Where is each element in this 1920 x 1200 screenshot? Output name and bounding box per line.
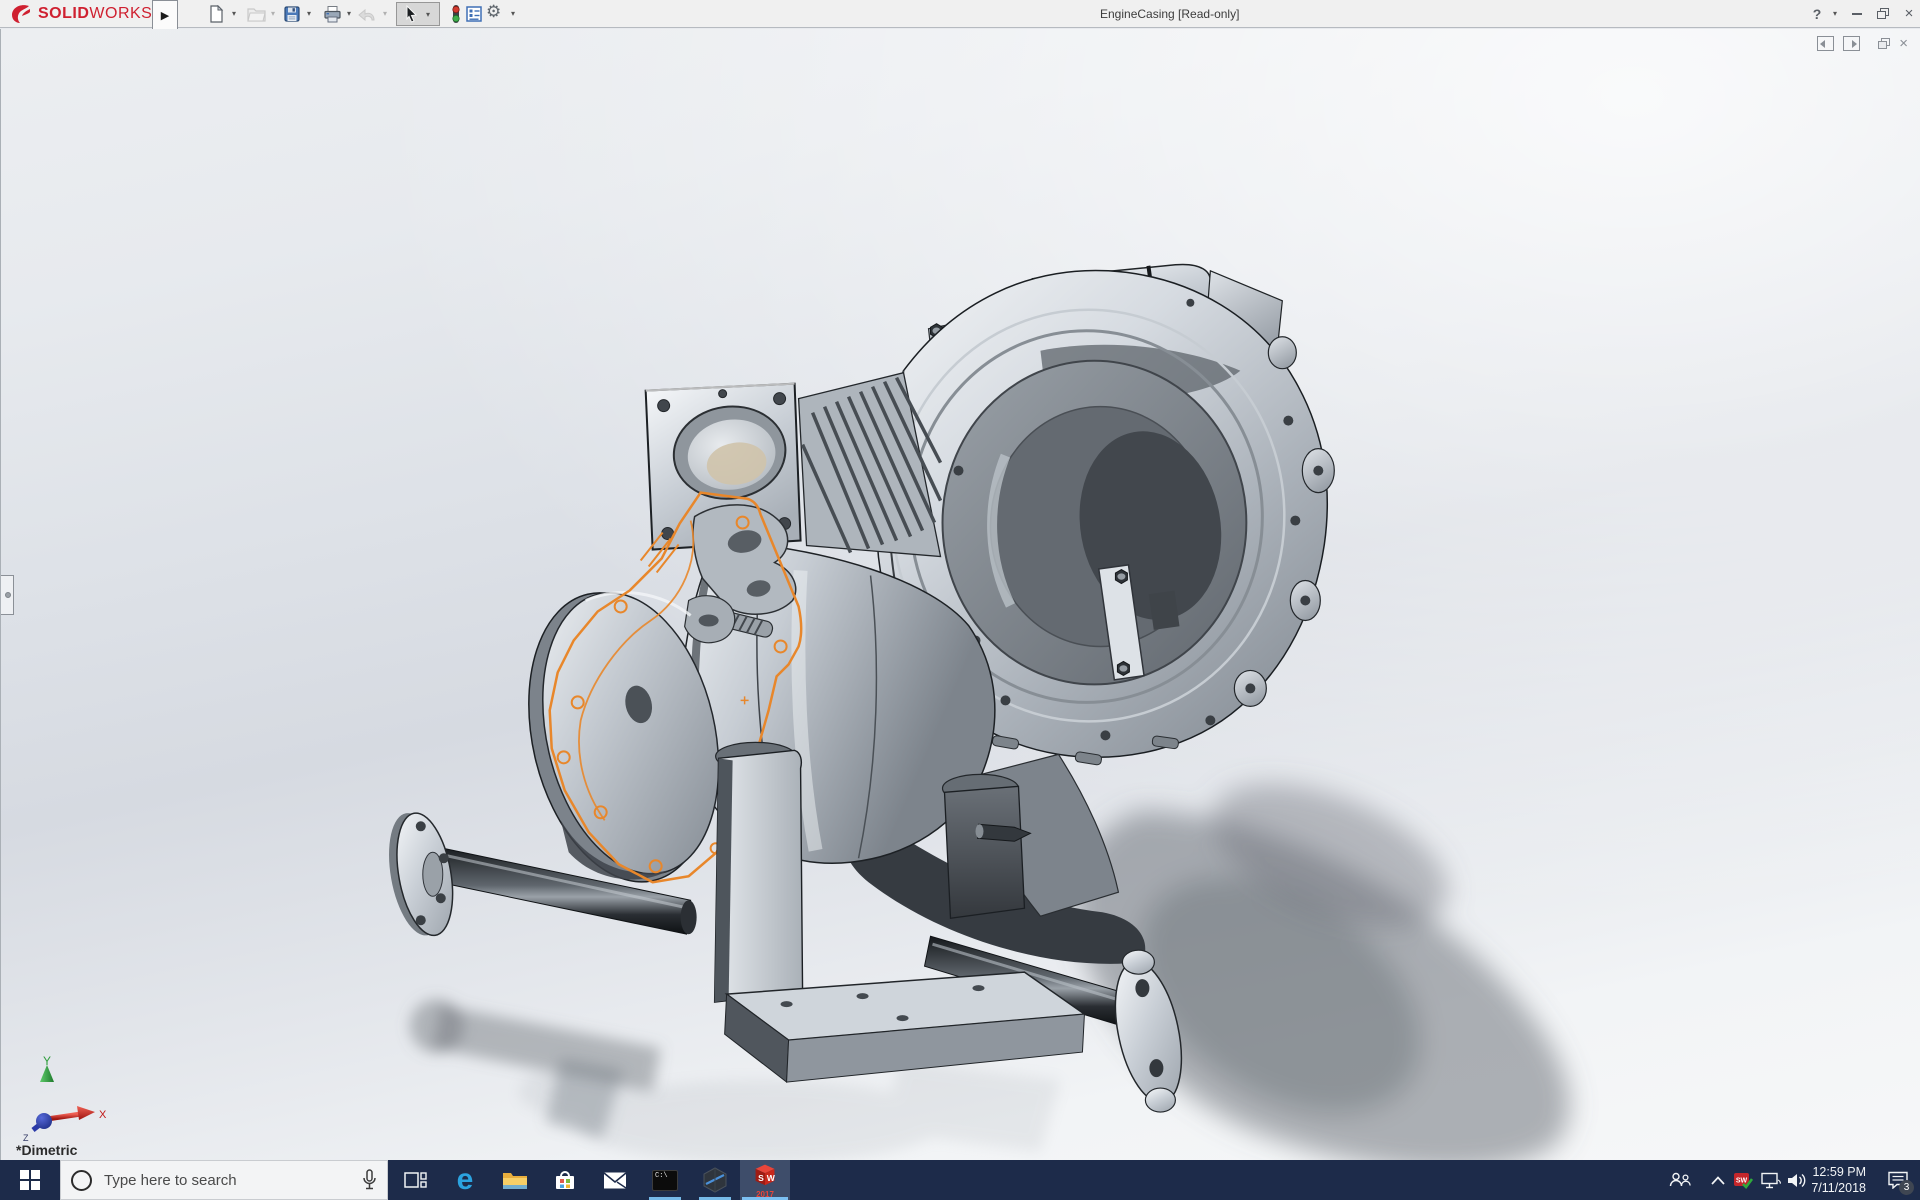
file-explorer-button[interactable] bbox=[490, 1160, 540, 1200]
command-prompt-icon: C:\ bbox=[652, 1169, 678, 1191]
3d-model-engine-casing[interactable] bbox=[1, 29, 1920, 1160]
restore-button[interactable] bbox=[1872, 0, 1894, 27]
clock-date: 7/11/2018 bbox=[1811, 1181, 1866, 1195]
notification-badge: 3 bbox=[1899, 1180, 1914, 1195]
options-caret[interactable]: ▾ bbox=[508, 9, 518, 18]
open-document-button[interactable] bbox=[246, 4, 266, 24]
svg-text:SW: SW bbox=[1735, 1177, 1747, 1184]
document-restore-icon[interactable] bbox=[1878, 38, 1891, 49]
people-button[interactable] bbox=[1662, 1160, 1698, 1200]
minimize-button[interactable] bbox=[1846, 0, 1868, 27]
triad-x-label: X bbox=[99, 1109, 107, 1121]
edge-button[interactable]: e bbox=[440, 1160, 490, 1200]
new-document-button[interactable] bbox=[206, 4, 226, 24]
action-center-button[interactable]: 3 bbox=[1876, 1160, 1920, 1200]
undo-arrow-icon bbox=[358, 8, 375, 22]
task-view-icon bbox=[403, 1172, 427, 1188]
undo-button[interactable] bbox=[358, 4, 378, 24]
people-icon bbox=[1669, 1172, 1691, 1187]
save-caret[interactable]: ▾ bbox=[304, 9, 314, 18]
document-properties-button[interactable] bbox=[464, 4, 484, 24]
save-floppy-icon bbox=[284, 6, 300, 22]
print-icon bbox=[323, 6, 341, 23]
solidworks-logo: SOLIDWORKS bbox=[8, 2, 152, 26]
windows-taskbar: e C:\ bbox=[0, 1160, 1920, 1200]
store-icon bbox=[556, 1171, 574, 1189]
help-caret[interactable]: ▾ bbox=[1830, 9, 1840, 18]
stoplight-icon bbox=[452, 5, 460, 23]
svg-text:W: W bbox=[767, 1173, 776, 1183]
command-prompt-button[interactable]: C:\ bbox=[640, 1160, 690, 1200]
solidworks-2017-button[interactable]: S W 2017 bbox=[740, 1160, 790, 1200]
solidworks-2017-icon: S W 2017 bbox=[750, 1162, 780, 1199]
panel-tab-dot-icon bbox=[5, 592, 11, 598]
file-explorer-icon bbox=[503, 1173, 527, 1189]
edge-icon: e bbox=[456, 1163, 474, 1196]
windows-logo-icon bbox=[20, 1170, 40, 1190]
mail-icon bbox=[603, 1171, 627, 1189]
print-caret[interactable]: ▾ bbox=[344, 9, 354, 18]
undo-caret[interactable]: ▾ bbox=[380, 9, 390, 18]
svg-text:S: S bbox=[758, 1173, 764, 1183]
mail-button[interactable] bbox=[590, 1160, 640, 1200]
pane-previous-icon[interactable] bbox=[1817, 36, 1835, 51]
solidworks-check-icon: SW bbox=[1733, 1172, 1753, 1189]
triad-y-label: Y bbox=[43, 1055, 51, 1068]
pane-next-icon[interactable] bbox=[1843, 36, 1861, 51]
cortana-icon bbox=[71, 1169, 92, 1191]
solidworks-service-button[interactable]: SW bbox=[1728, 1160, 1758, 1200]
microphone-icon[interactable] bbox=[362, 1169, 377, 1191]
open-caret[interactable]: ▾ bbox=[268, 9, 278, 18]
print-button[interactable] bbox=[322, 4, 342, 24]
3d-viewer-icon bbox=[703, 1167, 727, 1193]
3d-viewer-button[interactable] bbox=[690, 1160, 740, 1200]
view-orientation-label: *Dimetric bbox=[16, 1142, 78, 1158]
titlebar: SOLIDWORKS ▶ ▾ ▾ ▾ ▾ ▾ ▾ ⚙ ▾ EngineCasin… bbox=[0, 0, 1920, 31]
stoplight-button[interactable] bbox=[446, 4, 466, 24]
close-button[interactable]: × bbox=[1898, 0, 1920, 27]
desktop: SOLIDWORKS ▶ ▾ ▾ ▾ ▾ ▾ ▾ ⚙ ▾ EngineCasin… bbox=[0, 0, 1920, 1200]
taskbar-clock[interactable]: 12:59 PM 7/11/2018 bbox=[1800, 1160, 1866, 1200]
select-cursor-icon bbox=[406, 4, 418, 23]
new-caret[interactable]: ▾ bbox=[229, 9, 239, 18]
graphics-viewport[interactable]: × Y X Z *Dimetric bbox=[0, 29, 1920, 1160]
taskbar-search[interactable] bbox=[60, 1160, 388, 1200]
options-gear-icon[interactable]: ⚙ bbox=[486, 2, 501, 22]
select-caret[interactable]: ▾ bbox=[423, 10, 433, 19]
save-button[interactable] bbox=[282, 4, 302, 24]
network-icon bbox=[1761, 1172, 1781, 1188]
store-button[interactable] bbox=[540, 1160, 590, 1200]
task-view-button[interactable] bbox=[390, 1160, 440, 1200]
open-folder-icon bbox=[246, 8, 266, 22]
commandmanager-flyout-button[interactable]: ▶ bbox=[152, 0, 178, 31]
window-title: EngineCasing [Read-only] bbox=[1100, 7, 1240, 21]
clock-time: 12:59 PM bbox=[1812, 1165, 1866, 1179]
feature-panel-collapsed-tab[interactable] bbox=[1, 575, 14, 615]
properties-list-icon bbox=[466, 6, 482, 22]
document-close-icon[interactable]: × bbox=[1899, 36, 1908, 51]
search-input[interactable] bbox=[92, 1171, 362, 1189]
brand-text: SOLIDWORKS bbox=[38, 5, 153, 22]
document-window-controls: × bbox=[1817, 36, 1908, 51]
ds-swoosh-icon bbox=[12, 5, 30, 23]
new-document-icon bbox=[210, 5, 224, 23]
help-button[interactable]: ? bbox=[1806, 0, 1828, 27]
chevron-up-icon bbox=[1711, 1175, 1725, 1185]
start-button[interactable] bbox=[0, 1160, 60, 1200]
select-tool-button[interactable]: ▾ bbox=[396, 2, 440, 26]
